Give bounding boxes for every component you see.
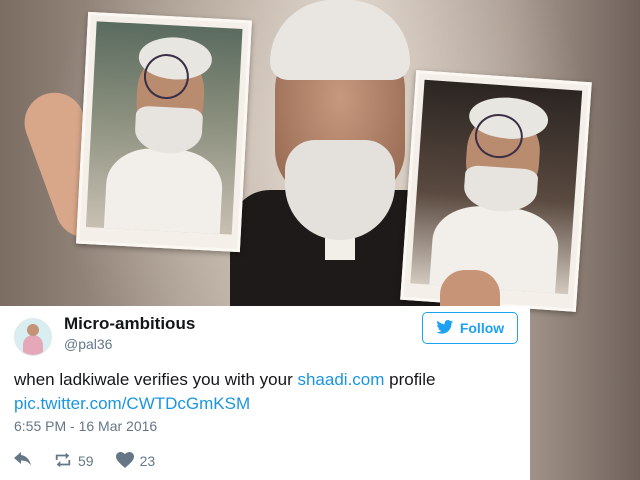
- reply-icon: [14, 451, 32, 471]
- like-button[interactable]: 23: [115, 451, 156, 471]
- hair: [270, 0, 410, 80]
- follow-label: Follow: [459, 320, 505, 336]
- heart-icon: [115, 451, 134, 471]
- follow-button[interactable]: Follow: [422, 312, 518, 344]
- display-name[interactable]: Micro-ambitious: [64, 314, 195, 334]
- avatar[interactable]: [14, 318, 52, 356]
- retweet-count: 59: [78, 453, 94, 469]
- retweet-icon: [54, 452, 72, 471]
- held-photo-right: [400, 70, 592, 312]
- retweet-button[interactable]: 59: [54, 452, 94, 471]
- tweet-card: Micro-ambitious @pal36 Follow when ladki…: [0, 306, 530, 480]
- tweet-timestamp[interactable]: 6:55 PM - 16 Mar 2016: [14, 418, 157, 434]
- tweet-text-suffix: profile: [384, 370, 436, 389]
- tweet-text: when ladkiwale verifies you with your sh…: [14, 368, 524, 416]
- like-count: 23: [139, 453, 156, 469]
- tweet-text-prefix: when ladkiwale verifies you with your: [14, 370, 298, 389]
- shaadi-link[interactable]: shaadi.com: [297, 370, 384, 389]
- tweet-actions: 59 23: [14, 450, 177, 472]
- pic-link[interactable]: pic.twitter.com/CWTDcGmKSM: [14, 394, 250, 413]
- bird-icon: [436, 319, 454, 337]
- held-photo-left: [76, 11, 252, 253]
- reply-button[interactable]: [14, 451, 32, 471]
- user-handle[interactable]: @pal36: [64, 336, 112, 352]
